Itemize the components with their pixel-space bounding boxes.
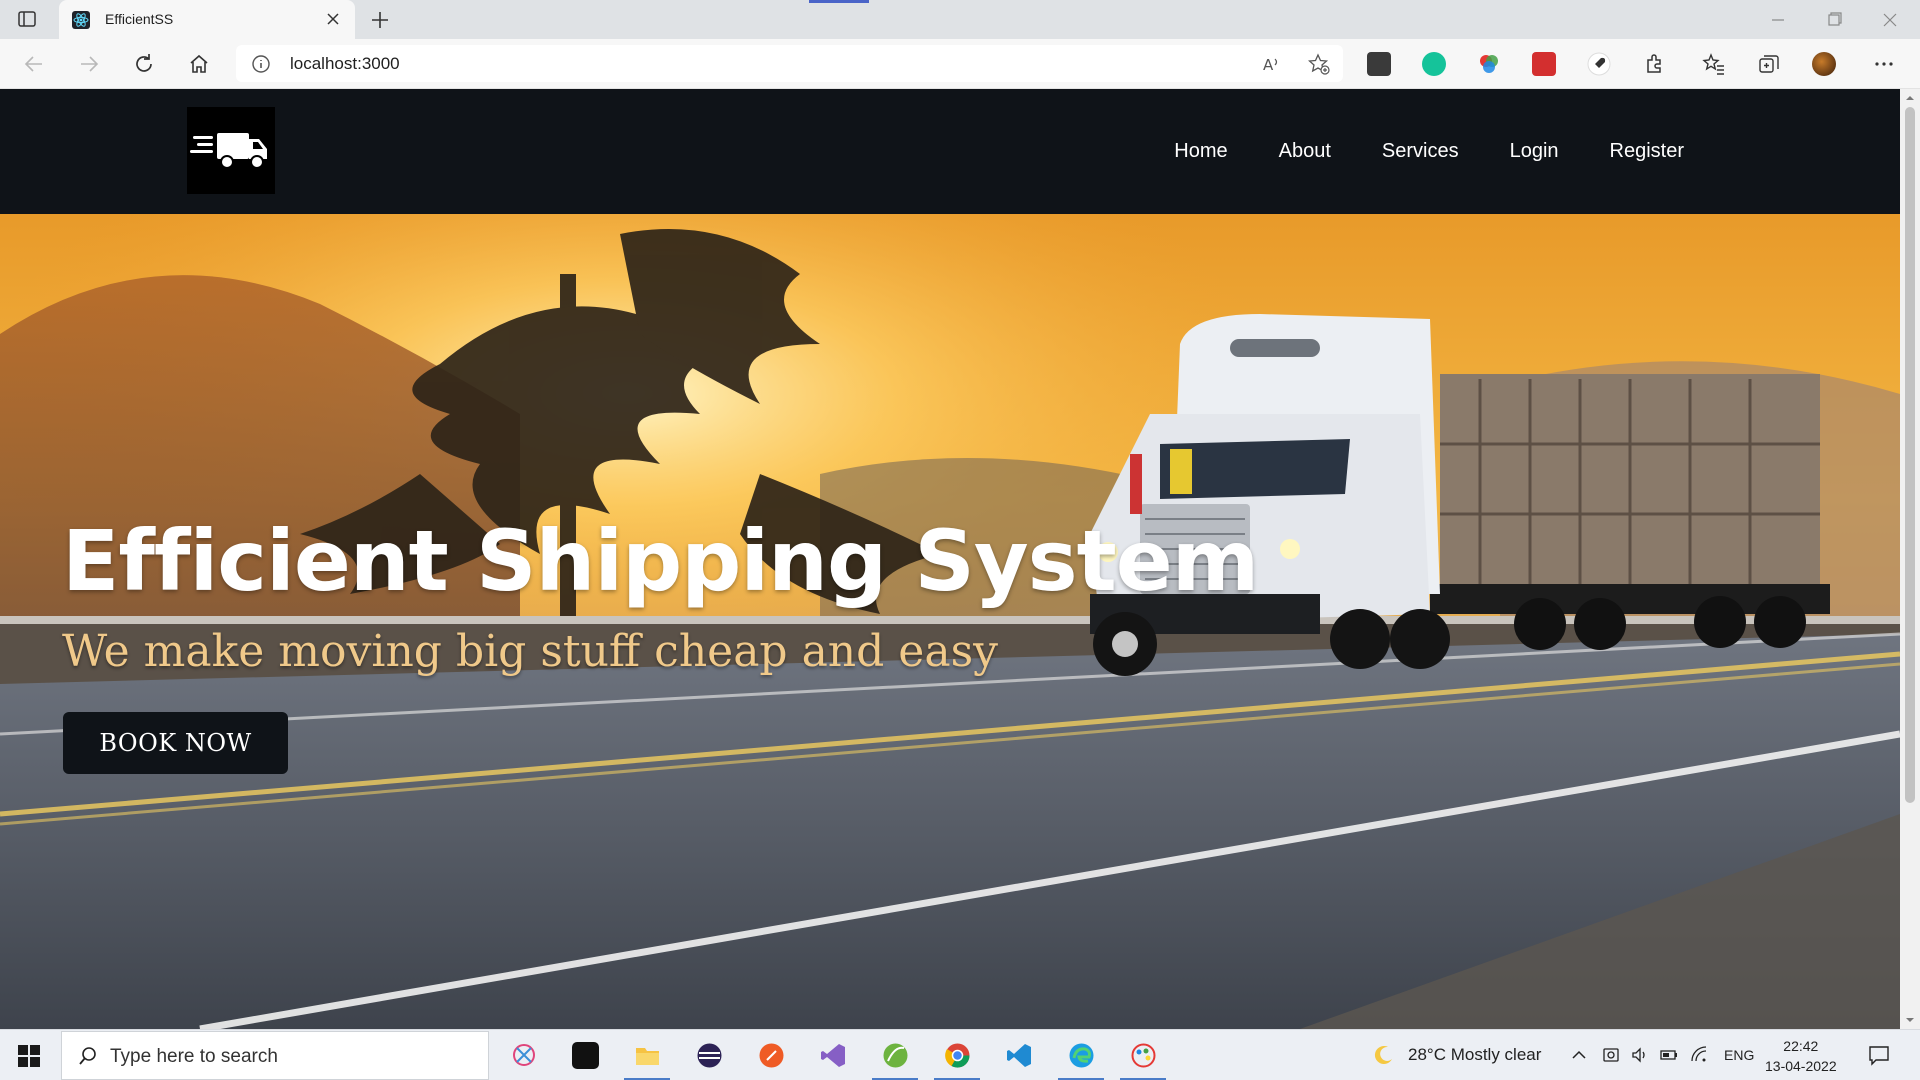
- taskbar-app-chrome[interactable]: [929, 1030, 985, 1080]
- home-icon[interactable]: [187, 52, 211, 76]
- add-favorite-icon[interactable]: [1308, 53, 1330, 75]
- windows-taskbar: Type here to search 28°C Mostly clear EN…: [0, 1029, 1920, 1080]
- hero-section: Efficient Shipping System We make moving…: [0, 214, 1900, 1029]
- terminal-icon: [572, 1042, 599, 1069]
- nav-links: Home About Services Login Register: [1174, 89, 1684, 214]
- page-scrollbar[interactable]: [1900, 89, 1920, 1029]
- clock-date: 13-04-2022: [1765, 1058, 1837, 1074]
- close-tab-icon[interactable]: [325, 11, 341, 27]
- collections-icon[interactable]: [1757, 52, 1781, 76]
- svg-text:A: A: [1263, 56, 1274, 74]
- scroll-up-icon[interactable]: [1905, 93, 1915, 103]
- close-window-icon[interactable]: [1878, 8, 1902, 32]
- edge-icon: [1069, 1043, 1094, 1068]
- wifi-icon[interactable]: [1690, 1046, 1708, 1064]
- taskbar-search[interactable]: Type here to search: [61, 1031, 489, 1080]
- scroll-thumb[interactable]: [1905, 107, 1915, 803]
- clock-time: 22:42: [1783, 1038, 1819, 1054]
- hero-title: Efficient Shipping System: [62, 512, 1259, 610]
- tab-actions-icon[interactable]: [17, 9, 37, 29]
- search-placeholder: Type here to search: [110, 1046, 278, 1067]
- taskbar-app-eclipse[interactable]: [681, 1030, 737, 1080]
- taskbar-app-intellij[interactable]: [867, 1030, 923, 1080]
- react-favicon-icon: [72, 11, 90, 29]
- read-aloud-icon[interactable]: A: [1262, 54, 1282, 74]
- taskbar-app-visual-studio[interactable]: [805, 1030, 861, 1080]
- notifications-icon[interactable]: [1867, 1043, 1891, 1067]
- weather-text[interactable]: 28°C Mostly clear: [1408, 1045, 1541, 1065]
- rocket-extension-icon[interactable]: [1587, 52, 1611, 76]
- url-text[interactable]: localhost:3000: [290, 54, 400, 74]
- web-page: Home About Services Login Register Effic…: [0, 89, 1900, 1029]
- favorites-icon[interactable]: [1702, 52, 1726, 76]
- taskbar-app-explorer[interactable]: [619, 1030, 675, 1080]
- taskbar-app-edge[interactable]: [1053, 1030, 1109, 1080]
- vscode-icon: [1007, 1044, 1031, 1067]
- color-picker-extension-icon[interactable]: [1477, 52, 1501, 76]
- pdf-extension-icon[interactable]: [1532, 52, 1556, 76]
- address-bar[interactable]: localhost:3000 A: [236, 45, 1343, 82]
- nav-login[interactable]: Login: [1510, 140, 1559, 163]
- volume-icon[interactable]: [1631, 1046, 1649, 1064]
- nav-home[interactable]: Home: [1174, 140, 1227, 163]
- search-icon: [79, 1047, 96, 1065]
- book-now-button[interactable]: BOOK NOW: [63, 712, 288, 774]
- extensions-icon[interactable]: [1642, 52, 1666, 76]
- grammarly-extension-icon[interactable]: [1422, 52, 1446, 76]
- tab-title: EfficientSS: [105, 11, 174, 27]
- browser-toolbar: localhost:3000 A: [0, 39, 1920, 89]
- more-options-icon[interactable]: [1872, 52, 1896, 76]
- new-tab-icon[interactable]: [368, 8, 392, 32]
- hero-subtitle: We make moving big stuff cheap and easy: [62, 626, 999, 677]
- forward-icon[interactable]: [77, 52, 101, 76]
- restore-icon[interactable]: [1822, 8, 1846, 32]
- site-info-icon[interactable]: [251, 54, 271, 74]
- browser-tab-strip: EfficientSS: [0, 0, 1920, 39]
- nav-about[interactable]: About: [1279, 140, 1331, 163]
- spring-tool-icon: [883, 1043, 908, 1068]
- postman-icon: [759, 1043, 784, 1068]
- taskbar-app-postman[interactable]: [743, 1030, 799, 1080]
- scroll-down-icon[interactable]: [1905, 1015, 1915, 1025]
- battery-icon[interactable]: [1660, 1046, 1678, 1064]
- back-icon[interactable]: [22, 52, 46, 76]
- refresh-icon[interactable]: [132, 52, 156, 76]
- browser-tab[interactable]: EfficientSS: [59, 0, 355, 39]
- nav-services[interactable]: Services: [1382, 140, 1459, 163]
- site-logo[interactable]: [187, 107, 275, 194]
- selenium-extension-icon[interactable]: [1367, 52, 1391, 76]
- taskbar-app-vscode[interactable]: [991, 1030, 1047, 1080]
- nav-register[interactable]: Register: [1610, 140, 1684, 163]
- paint-icon: [1131, 1043, 1156, 1068]
- snipping-tool-icon: [513, 1044, 535, 1066]
- hero-truck-sunset-image: [0, 214, 1900, 1029]
- windows-start-icon[interactable]: [18, 1045, 40, 1067]
- eclipse-icon: [697, 1043, 722, 1068]
- taskbar-app-snip[interactable]: [496, 1030, 552, 1080]
- minimize-icon[interactable]: [1766, 8, 1790, 32]
- delivery-truck-icon: [190, 133, 267, 169]
- show-hidden-icons-chevron-icon[interactable]: [1570, 1046, 1588, 1064]
- meet-now-icon[interactable]: [1602, 1046, 1620, 1064]
- system-clock[interactable]: 22:42 13-04-2022: [1765, 1036, 1837, 1076]
- visual-studio-icon: [821, 1044, 845, 1067]
- chrome-icon: [945, 1043, 970, 1068]
- tab-drag-indicator: [809, 0, 869, 3]
- profile-avatar[interactable]: [1812, 52, 1836, 76]
- taskbar-app-terminal[interactable]: [557, 1030, 613, 1080]
- taskbar-app-paint[interactable]: [1115, 1030, 1171, 1080]
- weather-moon-icon: [1374, 1046, 1392, 1065]
- language-indicator[interactable]: ENG: [1724, 1047, 1754, 1063]
- site-navbar: Home About Services Login Register: [0, 89, 1900, 214]
- folder-icon: [636, 1048, 659, 1065]
